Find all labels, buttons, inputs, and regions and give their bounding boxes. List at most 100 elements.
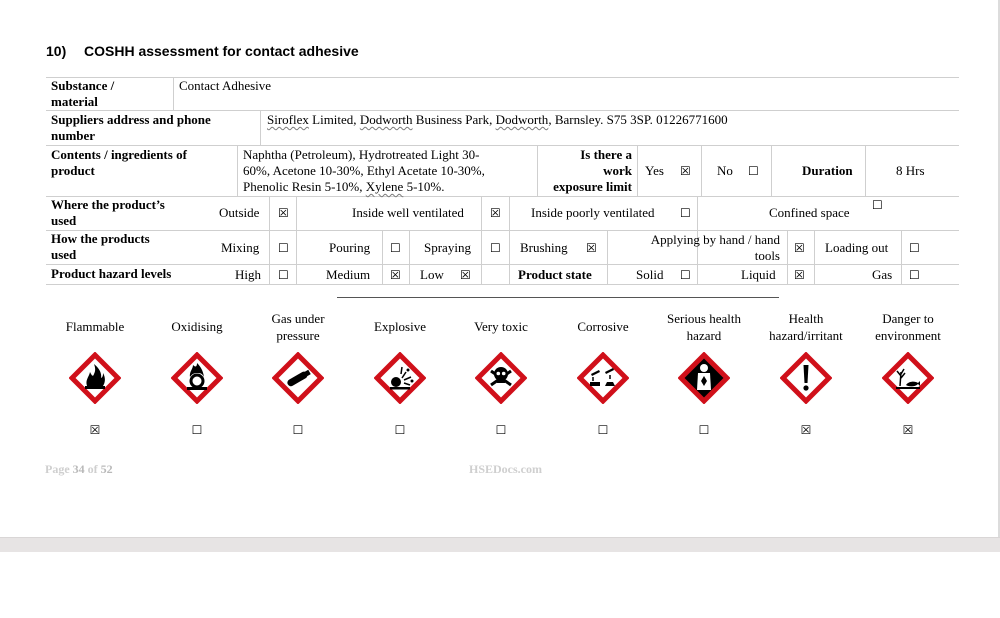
table-divider (701, 145, 702, 196)
next-page (0, 552, 1000, 618)
gas-label: Gas (872, 267, 893, 282)
inside-well-ventilated-checkbox[interactable]: ☒ (490, 205, 501, 221)
table-rule (46, 284, 959, 285)
environment-icon (882, 352, 934, 404)
table-divider (382, 230, 383, 284)
table-divider (865, 145, 866, 196)
page-gap (0, 537, 1000, 552)
table-divider (481, 230, 482, 284)
pouring-checkbox[interactable]: ☐ (390, 240, 401, 256)
table-divider (269, 230, 270, 284)
loading-out-label: Loading out (825, 240, 889, 255)
table-divider (237, 145, 238, 196)
exclamation-icon (780, 352, 832, 404)
table-divider (296, 196, 297, 230)
table-rule (46, 230, 959, 231)
low-checkbox[interactable]: ☒ (460, 267, 471, 283)
hazard-label-environment: Danger to environment (875, 311, 941, 343)
low-label: Low (420, 267, 444, 282)
table-rule (46, 264, 959, 265)
mixing-label: Mixing (221, 240, 260, 255)
how-used-label: How the products used (51, 231, 150, 262)
table-divider (901, 230, 902, 284)
exposure-limit-label: Is there a work exposure limit (553, 147, 632, 194)
inside-poorly-ventilated-checkbox[interactable]: ☐ (680, 205, 691, 221)
section-heading: 10) COSHH assessment for contact adhesive (46, 43, 359, 59)
oxidising-checkbox[interactable]: ☐ (187, 423, 207, 437)
flammable-checkbox[interactable]: ☒ (85, 423, 105, 437)
solid-checkbox[interactable]: ☐ (680, 267, 691, 283)
substance-value: Contact Adhesive (179, 78, 272, 93)
table-divider (269, 196, 270, 230)
footer-site: HSEDocs.com (469, 462, 542, 476)
spraying-label: Spraying (424, 240, 471, 255)
inside-poorly-ventilated-label: Inside poorly ventilated (531, 205, 655, 220)
substance-label: Substance / material (51, 78, 115, 109)
serious-health-checkbox[interactable]: ☐ (694, 423, 714, 437)
environment-checkbox[interactable]: ☒ (898, 423, 918, 437)
applying-by-hand-checkbox[interactable]: ☒ (794, 240, 805, 256)
table-divider (814, 230, 815, 284)
table-divider (787, 230, 788, 284)
very-toxic-checkbox[interactable]: ☐ (491, 423, 511, 437)
medium-label: Medium (326, 267, 371, 282)
confined-space-checkbox[interactable]: ☐ (872, 197, 883, 213)
loading-out-checkbox[interactable]: ☐ (909, 240, 920, 256)
corrosive-icon (577, 352, 629, 404)
document-page: 10) COSHH assessment for contact adhesive… (0, 0, 1000, 537)
hazard-label-explosive: Explosive (374, 319, 426, 334)
duration-value: 8 Hrs (896, 163, 925, 178)
table-rule (46, 145, 959, 146)
section-title: COSHH assessment for contact adhesive (84, 43, 359, 59)
corrosive-checkbox[interactable]: ☐ (593, 423, 613, 437)
where-used-label: Where the product’s used (51, 197, 165, 228)
hazard-label-serious-health: Serious health hazard (666, 311, 741, 343)
exposure-yes-checkbox[interactable]: ☒ (680, 163, 691, 179)
table-divider (697, 196, 698, 230)
liquid-label: Liquid (741, 267, 776, 282)
table-rule (46, 110, 959, 111)
liquid-checkbox[interactable]: ☒ (794, 267, 805, 283)
exposure-no-checkbox[interactable]: ☐ (748, 163, 759, 179)
hazard-label-health-irritant: Health hazard/irritant (769, 311, 843, 343)
section-number: 10) (46, 43, 67, 59)
hazard-label-gas-under-pressure: Gas under pressure (271, 311, 325, 343)
table-divider (296, 230, 297, 284)
gas-cylinder-icon (272, 352, 324, 404)
exposure-no-label: No (717, 163, 733, 178)
outside-label: Outside (219, 205, 260, 220)
table-divider (481, 196, 482, 230)
confined-space-label: Confined space (769, 205, 850, 220)
hazard-label-very-toxic: Very toxic (474, 319, 528, 334)
explosive-icon (374, 352, 426, 404)
oxidising-icon (171, 352, 223, 404)
hazard-label-oxidising: Oxidising (171, 319, 223, 334)
gas-under-pressure-checkbox[interactable]: ☐ (288, 423, 308, 437)
explosive-checkbox[interactable]: ☐ (390, 423, 410, 437)
high-checkbox[interactable]: ☐ (278, 267, 289, 283)
spraying-checkbox[interactable]: ☐ (490, 240, 501, 256)
health-hazard-icon (678, 352, 730, 404)
exposure-yes-label: Yes (645, 163, 664, 178)
table-divider (771, 145, 772, 196)
brushing-checkbox[interactable]: ☒ (586, 240, 597, 256)
health-irritant-checkbox[interactable]: ☒ (796, 423, 816, 437)
page-number: Page 34 of 52 (45, 462, 113, 476)
brushing-label: Brushing (520, 240, 568, 255)
table-rule (46, 196, 959, 197)
duration-label: Duration (802, 163, 853, 178)
high-label: High (235, 267, 261, 282)
solid-label: Solid (636, 267, 664, 282)
table-divider (409, 230, 410, 284)
section-separator (337, 297, 779, 298)
table-divider (173, 77, 174, 110)
supplier-label: Suppliers address and phone number (51, 112, 211, 143)
pouring-label: Pouring (329, 240, 371, 255)
contents-ingredients: Naphtha (Petroleum), Hydrotreated Light … (243, 147, 485, 194)
medium-checkbox[interactable]: ☒ (390, 267, 401, 283)
mixing-checkbox[interactable]: ☐ (278, 240, 289, 256)
hazard-levels-label: Product hazard levels (51, 266, 172, 281)
contents-label: Contents / ingredients of product (51, 147, 187, 178)
outside-checkbox[interactable]: ☒ (278, 205, 289, 221)
gas-checkbox[interactable]: ☐ (909, 267, 920, 283)
